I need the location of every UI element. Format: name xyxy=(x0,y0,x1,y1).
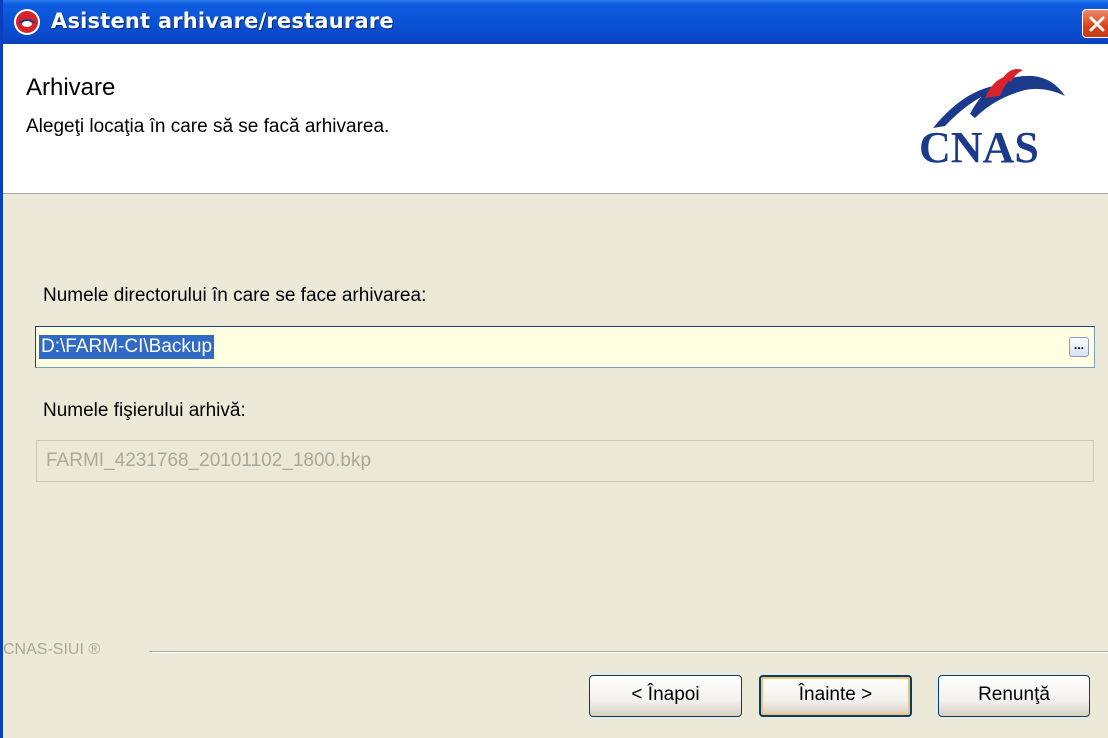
cnas-logo-text: CNAS xyxy=(919,123,1039,172)
dialog-window: Asistent arhivare/restaurare Arhivare Al… xyxy=(0,0,1108,738)
archive-file-value: FARMI_4231768_20101102_1800.bkp xyxy=(46,450,372,471)
window-title: Asistent arhivare/restaurare xyxy=(51,9,394,33)
step-title: Arhivare xyxy=(26,74,116,101)
cnas-app-icon xyxy=(14,9,40,35)
browse-button[interactable]: ... xyxy=(1069,337,1089,357)
wizard-header: Arhivare Alegeţi locaţia în care să se f… xyxy=(3,44,1108,194)
directory-value[interactable]: D:\FARM-CI\Backup xyxy=(39,335,215,359)
close-button[interactable] xyxy=(1082,9,1108,38)
close-icon xyxy=(1089,16,1105,32)
directory-input[interactable]: D:\FARM-CI\Backup ... xyxy=(35,326,1095,368)
archive-file-label: Numele fişierului arhivă: xyxy=(43,400,246,421)
next-button[interactable]: Înainte > xyxy=(759,675,912,717)
directory-label: Numele directorului în care se face arhi… xyxy=(43,285,427,306)
archive-file-input: FARMI_4231768_20101102_1800.bkp xyxy=(36,440,1094,482)
cancel-button[interactable]: Renunţă xyxy=(938,675,1090,717)
step-subtitle: Alegeţi locaţia în care să se facă arhiv… xyxy=(26,116,390,137)
back-button[interactable]: < Înapoi xyxy=(589,675,742,717)
footer-divider xyxy=(149,651,1108,653)
brand-label: CNAS-SIUI ® xyxy=(3,641,101,658)
